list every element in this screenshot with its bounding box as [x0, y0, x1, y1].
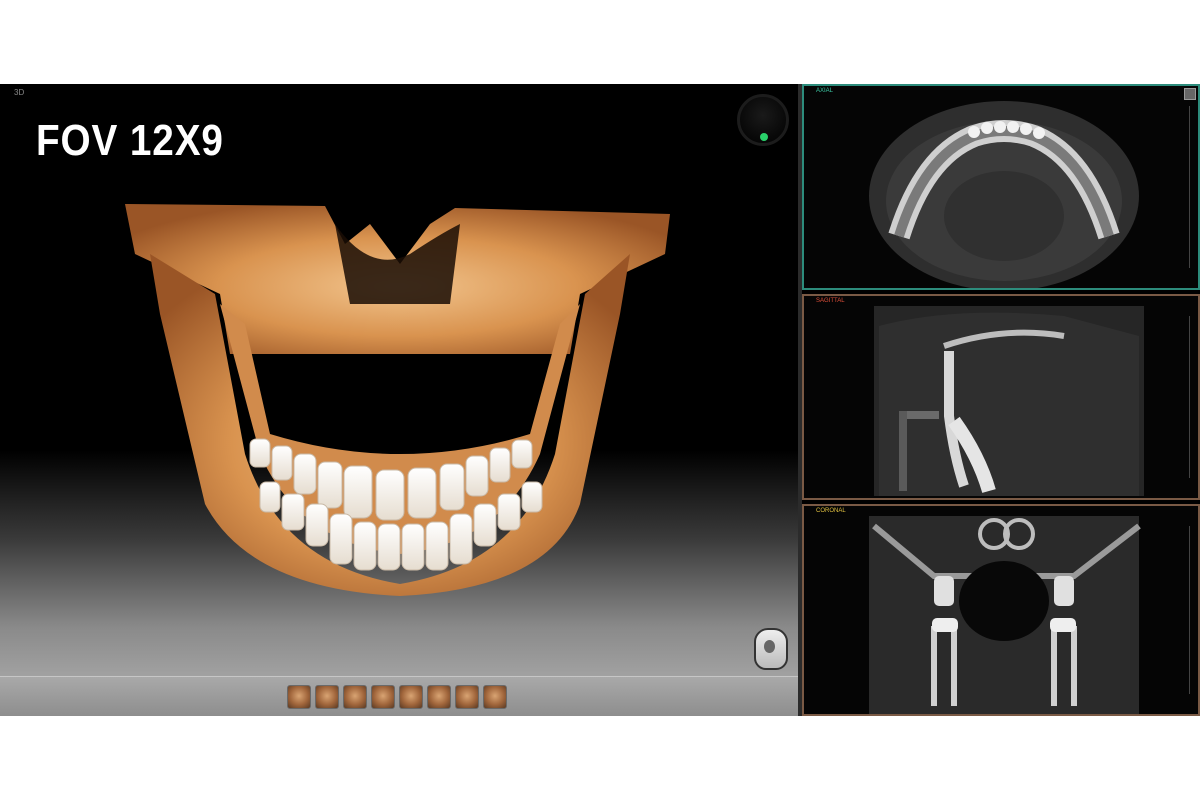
axial-slice-panel[interactable]: AXIAL: [802, 84, 1200, 290]
view-preset-thumbnail[interactable]: [343, 685, 367, 709]
view-preset-thumbnail[interactable]: [399, 685, 423, 709]
orientation-dot-icon: [760, 133, 768, 141]
sagittal-slice-panel[interactable]: SAGITTAL: [802, 294, 1200, 500]
axial-ct-image: [869, 101, 1139, 288]
coronal-ct-image: [869, 516, 1141, 714]
view-preset-thumbnail[interactable]: [427, 685, 451, 709]
view-preset-bar: [0, 676, 798, 716]
view-preset-thumbnail[interactable]: [483, 685, 507, 709]
sagittal-ruler: [1189, 316, 1194, 478]
sagittal-ct-image: [874, 306, 1144, 496]
orientation-widget[interactable]: [737, 94, 789, 146]
head-orientation-icon[interactable]: [754, 628, 788, 670]
axial-ruler: [1189, 106, 1194, 268]
view-preset-thumbnail[interactable]: [455, 685, 479, 709]
fov-label: FOV 12X9: [36, 116, 224, 165]
view-preset-thumbnail[interactable]: [315, 685, 339, 709]
coronal-slice-panel[interactable]: CORONAL: [802, 504, 1200, 716]
coronal-ruler: [1189, 526, 1194, 694]
view-preset-thumbnail[interactable]: [371, 685, 395, 709]
view3d-corner-label: 3D: [14, 88, 25, 97]
3d-render-view[interactable]: 3D FOV 12X9: [0, 84, 798, 716]
view-preset-thumbnail[interactable]: [287, 685, 311, 709]
jaw-3d-render: [125, 204, 670, 596]
view-preset-strip: [287, 685, 507, 709]
imaging-viewer: 3D FOV 12X9 AXIAL SAGITTAL CORONAL: [0, 84, 1200, 716]
